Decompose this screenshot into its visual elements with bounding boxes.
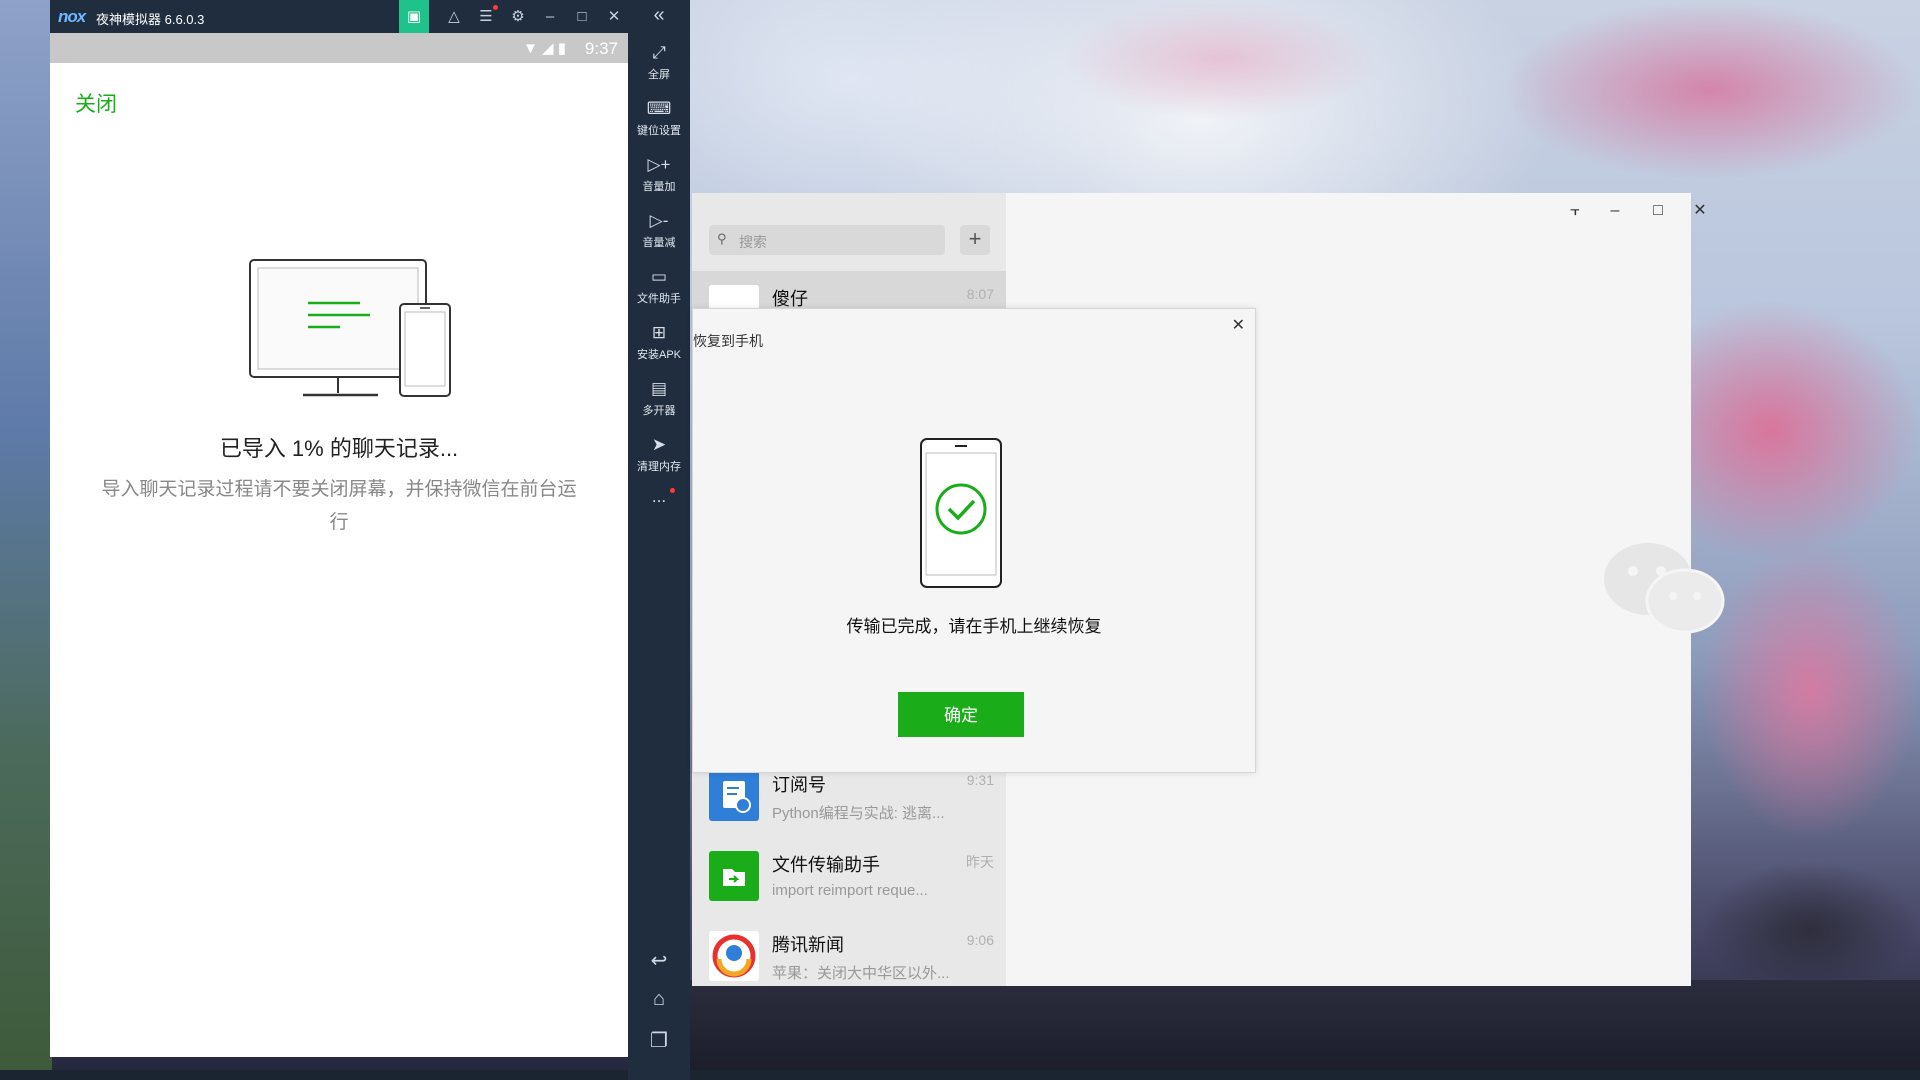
sidebar-item-fullscreen[interactable]: ⤢ 全屏 — [628, 42, 690, 82]
chat-preview: import reimport reque... — [772, 882, 928, 899]
signal-wifi-battery-icons: ▼ ◢ ▮ — [523, 40, 566, 57]
phone-success-icon — [920, 438, 1002, 588]
chat-item[interactable]: 腾讯新闻 9:06 苹果：关闭大中华区以外... — [692, 917, 1006, 997]
chat-preview: 苹果：关闭大中华区以外... — [772, 965, 950, 982]
pin-icon[interactable]: ⫟ — [1555, 199, 1595, 223]
volume-down-icon: ▷- — [649, 211, 669, 230]
rocket-icon: ➤ — [651, 435, 667, 454]
maximize-icon[interactable]: □ — [1638, 199, 1678, 223]
file-transfer-icon — [709, 851, 759, 901]
minimize-icon[interactable]: – — [1595, 199, 1635, 223]
confirm-button[interactable]: 确定 — [898, 692, 1024, 737]
wechat-logo-watermark — [1604, 543, 1725, 634]
import-progress-subtitle: 导入聊天记录过程请不要关闭屏幕，并保持微信在前台运行 — [101, 479, 577, 533]
menu-notification-dot — [493, 5, 498, 10]
dialog-title: 恢复到手机 — [693, 333, 763, 349]
chat-time: 昨天 — [966, 854, 994, 870]
dialog-message: 传输已完成，请在手机上继续恢复 — [846, 617, 1102, 636]
sidebar-item-file-assistant[interactable]: ▭ 文件助手 — [628, 266, 690, 306]
search-box[interactable]: ⚲ 搜索 — [709, 225, 945, 255]
chat-name: 订阅号 — [772, 775, 826, 795]
home-nav-icon[interactable]: ⌂ — [628, 988, 690, 1011]
chat-name: 文件传输助手 — [772, 855, 880, 875]
multi-instance-icon: ▤ — [650, 379, 668, 398]
minimize-icon[interactable]: – — [535, 0, 565, 33]
collapse-sidebar-icon[interactable]: « — [628, 4, 690, 27]
recent-apps-icon[interactable]: ❐ — [628, 1028, 690, 1053]
skin-icon[interactable]: △ — [439, 0, 469, 33]
subscription-icon — [709, 771, 759, 821]
sidebar-item-volume-up[interactable]: ▷+ 音量加 — [628, 154, 690, 194]
tencent-news-icon — [709, 931, 759, 981]
more-notification-dot — [670, 488, 675, 493]
sidebar-item-clean-memory[interactable]: ➤ 清理内存 — [628, 434, 690, 474]
monitor-phone-illustration — [249, 259, 451, 397]
status-time: 9:37 — [584, 39, 618, 58]
chat-item[interactable]: 文件传输助手 昨天 import reimport reque... — [692, 837, 1006, 917]
import-progress-title: 已导入 1% 的聊天记录... — [219, 436, 459, 461]
file-assistant-icon: ▭ — [650, 267, 668, 286]
chat-name: 腾讯新闻 — [772, 935, 844, 955]
sidebar-item-multi-instance[interactable]: ▤ 多开器 — [628, 378, 690, 418]
android-screen: ▼ ◢ ▮ 9:37 关闭 已导入 1% 的聊天记录... 导入聊天记录过程请不… — [50, 33, 628, 1057]
chat-preview: Python编程与实战: 逃离... — [772, 805, 945, 822]
sidebar-item-install-apk[interactable]: ⊞ 安装APK — [628, 322, 690, 362]
sidebar-item-keymapping[interactable]: ⌨ 键位设置 — [628, 98, 690, 138]
apk-install-icon: ⊞ — [651, 323, 667, 342]
chat-time: 9:31 — [966, 772, 994, 788]
chat-time: 9:06 — [966, 932, 994, 948]
add-chat-button[interactable]: + — [960, 225, 990, 255]
emulator-titlebar: nox 夜神模拟器 6.6.0.3 ▣ △ ☰ ⚙ – □ ✕ — [50, 0, 690, 33]
volume-up-icon: ▷+ — [647, 155, 671, 174]
close-icon[interactable]: ✕ — [599, 0, 629, 33]
emulator-title: 夜神模拟器 6.6.0.3 — [96, 12, 205, 27]
settings-gear-icon[interactable]: ⚙ — [503, 0, 533, 33]
dialog-close-icon[interactable]: ✕ — [1232, 315, 1245, 335]
close-button[interactable]: 关闭 — [75, 88, 117, 118]
search-icon: ⚲ — [717, 231, 727, 246]
nox-logo: nox — [58, 7, 86, 26]
emulator-sidebar: « ⤢ 全屏 ⌨ 键位设置 ▷+ 音量加 ▷- 音量减 ▭ 文件助手 ⊞ 安装A… — [628, 0, 690, 1080]
search-placeholder: 搜索 — [739, 234, 767, 250]
sidebar-more-button[interactable]: ... — [628, 486, 690, 508]
maximize-icon[interactable]: □ — [567, 0, 597, 33]
restore-dialog: 恢复到手机 ✕ 传输已完成，请在手机上继续恢复 确定 — [692, 308, 1256, 773]
android-statusbar: ▼ ◢ ▮ 9:37 — [50, 33, 628, 63]
close-icon[interactable]: ✕ — [1680, 199, 1720, 223]
chat-time: 8:07 — [966, 286, 994, 302]
app-center-icon[interactable]: ▣ — [399, 0, 429, 33]
keyboard-icon: ⌨ — [646, 99, 672, 118]
fullscreen-icon: ⤢ — [652, 43, 666, 62]
back-nav-icon[interactable]: ↩ — [628, 948, 690, 973]
sidebar-item-volume-down[interactable]: ▷- 音量减 — [628, 210, 690, 250]
